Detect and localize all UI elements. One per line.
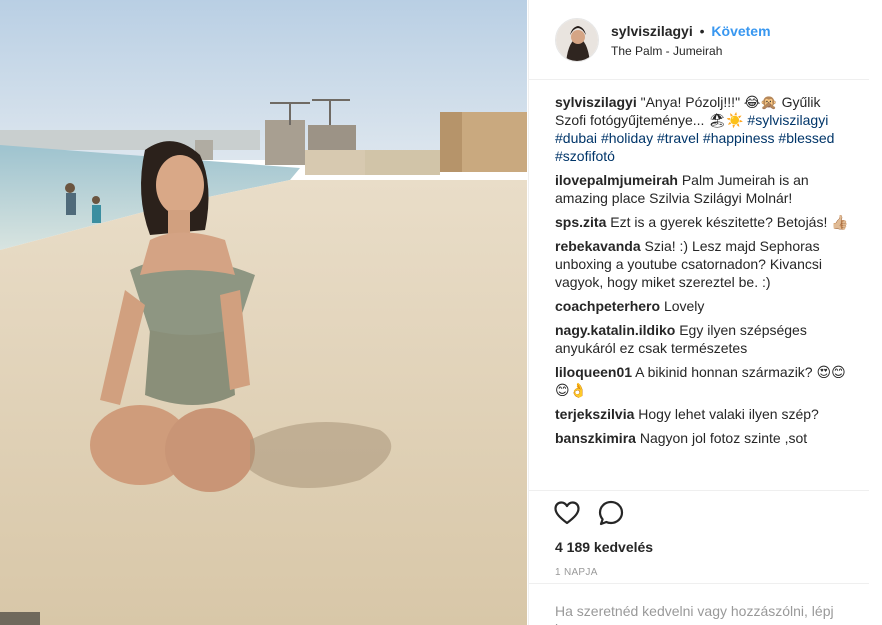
comment-item: banszkimira Nagyon jol fotoz szinte ,sot [555,429,855,447]
comment-username[interactable]: rebekavanda [555,238,641,254]
hashtag[interactable]: #dubai [555,130,597,146]
post-photo[interactable] [0,0,527,625]
header-separator: • [699,22,705,39]
comment-text: Ezt is a gyerek készitette? Betojás! 👍🏼 [610,214,849,230]
caption: sylviszilagyi "Anya! Pózolj!!!" 😂🙊 Gyűli… [555,93,855,165]
comment-text: Lovely [663,298,705,314]
comment-username[interactable]: coachpeterhero [555,298,660,314]
comment-item: nagy.katalin.ildiko Egy ilyen szépséges … [555,321,855,357]
comment-item: coachpeterhero Lovely [555,297,855,315]
caption-username[interactable]: sylviszilagyi [555,94,637,110]
hashtag[interactable]: #szofifotó [555,148,615,164]
post-timestamp[interactable]: 1 NAPJA [555,567,869,578]
post-sidebar: sylviszilagyi • Követem The Palm - Jumei… [528,0,882,625]
avatar-image [556,18,598,61]
heart-outline-icon[interactable] [553,499,581,527]
comment-item: liloqueen01 A bikinid honnan származik? … [555,363,855,399]
comment-item: ilovepalmjumeirah Palm Jumeirah is an am… [555,171,855,207]
comments-list[interactable]: sylviszilagyi "Anya! Pózolj!!!" 😂🙊 Gyűli… [555,93,855,485]
comment-username[interactable]: nagy.katalin.ildiko [555,322,675,338]
comment-username[interactable]: terjekszilvia [555,406,634,422]
login-prompt[interactable]: Ha szeretnéd kedvelni vagy hozzászólni, … [529,583,869,625]
comment-item: terjekszilvia Hogy lehet valaki ilyen sz… [555,405,855,423]
hashtag[interactable]: #sylviszilagyi [747,112,828,128]
hashtag[interactable]: #happiness [703,130,775,146]
comment-item: sps.zita Ezt is a gyerek készitette? Bet… [555,213,855,231]
comment-username[interactable]: ilovepalmjumeirah [555,172,678,188]
hashtag[interactable]: #blessed [778,130,834,146]
speech-bubble-icon[interactable] [597,499,625,527]
location-link[interactable]: The Palm - Jumeirah [611,44,771,58]
header-username[interactable]: sylviszilagyi [611,23,693,39]
comment-username[interactable]: sps.zita [555,214,606,230]
comment-text: Nagyon jol fotoz szinte ,sot [639,430,808,446]
likes-count[interactable]: 4 189 kedvelés [555,539,869,555]
comment-username[interactable]: liloqueen01 [555,364,632,380]
hashtag[interactable]: #holiday [601,130,653,146]
post-header: sylviszilagyi • Követem The Palm - Jumei… [529,0,869,80]
hashtag[interactable]: #travel [657,130,699,146]
comment-item: rebekavanda Szia! :) Lesz majd Sephoras … [555,237,855,291]
avatar[interactable] [555,17,599,62]
beach-photo-illustration [0,0,527,625]
follow-button[interactable]: Követem [711,23,770,39]
comment-text: Hogy lehet valaki ilyen szép? [638,406,819,422]
post-actions: 4 189 kedvelés 1 NAPJA [529,490,869,585]
comment-username[interactable]: banszkimira [555,430,636,446]
